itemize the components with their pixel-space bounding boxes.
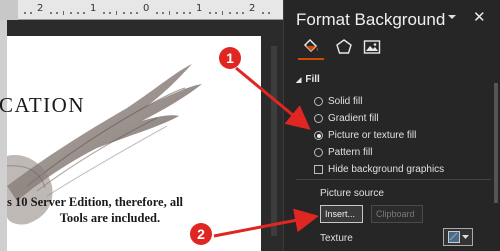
slide-body-line: Tools are included. bbox=[59, 211, 161, 225]
slide-body-line: Windows Tools are included. bbox=[7, 210, 183, 226]
solid-fill-radio[interactable] bbox=[314, 97, 323, 106]
ruler-number: 2 bbox=[249, 3, 256, 14]
ruler-margin bbox=[0, 0, 18, 20]
fill-bucket-icon bbox=[303, 38, 319, 53]
slide-title-text: CATION bbox=[0, 93, 85, 117]
gradient-fill-option[interactable]: Gradient fill bbox=[314, 113, 379, 124]
chevron-down-icon bbox=[461, 234, 469, 239]
collapse-arrow-icon: ◢ bbox=[296, 77, 302, 84]
slide-canvas[interactable]: CATION s 10 Server Edition, therefore, a… bbox=[0, 36, 261, 251]
hide-background-checkbox[interactable] bbox=[314, 165, 323, 174]
chevron-down-icon[interactable] bbox=[447, 13, 457, 21]
ruler-number: 2 bbox=[37, 3, 44, 14]
pattern-fill-radio[interactable] bbox=[314, 148, 323, 157]
fill-section-label: Fill bbox=[305, 74, 320, 85]
pane-title: Format Background bbox=[296, 10, 446, 29]
option-label: Picture or texture fill bbox=[328, 130, 417, 141]
option-label: Pattern fill bbox=[328, 147, 373, 158]
horizontal-ruler: 2 1 0 1 2 bbox=[0, 0, 283, 20]
hide-background-graphics-option[interactable]: Hide background graphics bbox=[314, 164, 444, 175]
insert-button[interactable]: Insert... bbox=[320, 205, 363, 223]
texture-swatch-icon bbox=[447, 231, 460, 243]
ruler-number: 1 bbox=[90, 3, 97, 14]
slide-body-text: s 10 Server Edition, therefore, all Wind… bbox=[7, 194, 183, 226]
slide-editor: 2 1 0 1 2 CATION s 10 Server Edition, th… bbox=[0, 0, 283, 251]
option-label: Gradient fill bbox=[328, 113, 379, 124]
pentagon-icon bbox=[336, 39, 352, 54]
step-badge-2: 2 bbox=[190, 223, 212, 245]
ruler-number: 1 bbox=[196, 3, 203, 14]
picture-icon bbox=[363, 40, 381, 54]
pattern-fill-option[interactable]: Pattern fill bbox=[314, 147, 372, 158]
format-background-pane: Format Background ✕ ◢ Fill Solid fill Gra… bbox=[283, 0, 500, 251]
gradient-fill-radio[interactable] bbox=[314, 114, 323, 123]
close-icon[interactable]: ✕ bbox=[473, 8, 486, 26]
ruler-number: 0 bbox=[143, 3, 150, 14]
texture-label: Texture bbox=[320, 233, 353, 244]
solid-fill-option[interactable]: Solid fill bbox=[314, 96, 362, 107]
effects-tab[interactable] bbox=[331, 34, 357, 60]
slide-body-line: s 10 Server Edition, therefore, all bbox=[7, 195, 184, 209]
clipboard-button[interactable]: Clipboard bbox=[371, 205, 423, 223]
vertical-ruler bbox=[0, 20, 7, 251]
option-label: Hide background graphics bbox=[328, 164, 445, 175]
pane-scrollbar[interactable] bbox=[493, 75, 499, 251]
section-divider bbox=[296, 179, 491, 180]
editor-scrollbar[interactable] bbox=[270, 36, 278, 251]
fill-tab[interactable] bbox=[298, 34, 324, 60]
step-badge-1: 1 bbox=[219, 47, 241, 69]
picture-source-label: Picture source bbox=[320, 188, 384, 199]
option-label: Solid fill bbox=[328, 96, 363, 107]
texture-picker-button[interactable] bbox=[443, 228, 473, 246]
picture-tab[interactable] bbox=[359, 34, 385, 60]
picture-texture-fill-option[interactable]: Picture or texture fill bbox=[314, 130, 416, 141]
picture-texture-fill-radio[interactable] bbox=[314, 131, 323, 140]
fill-section-header[interactable]: ◢ Fill bbox=[296, 74, 320, 85]
